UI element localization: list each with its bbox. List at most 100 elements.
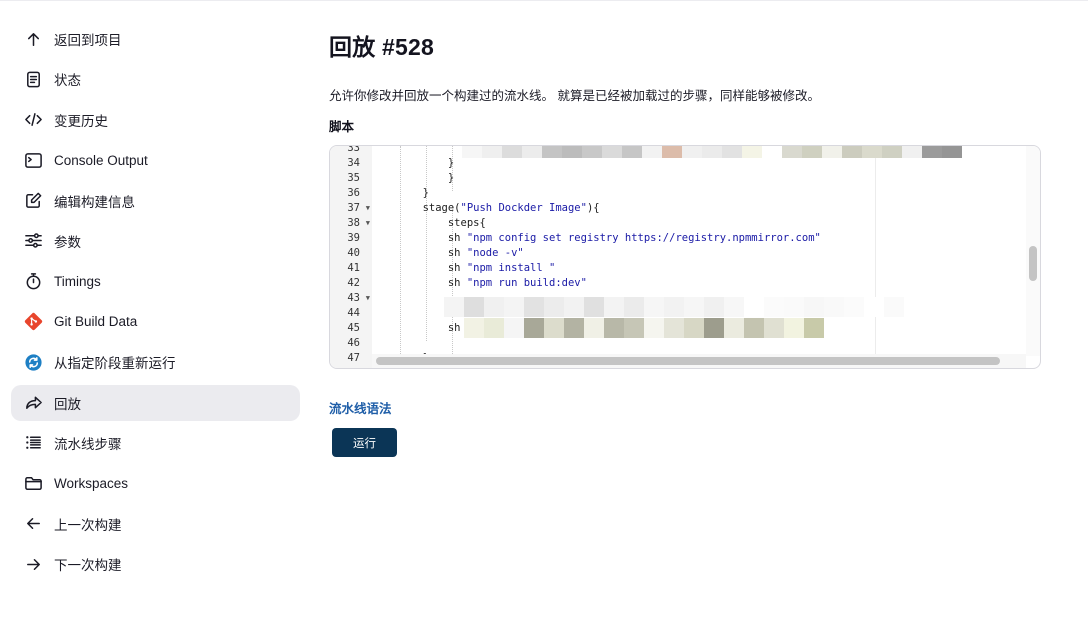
code-string: "npm config set registry https://registr… bbox=[466, 232, 821, 244]
obscured-block bbox=[764, 297, 784, 317]
sidebar-item-2[interactable]: 状态 bbox=[11, 61, 300, 97]
sidebar-item-11[interactable]: 流水线步骤 bbox=[11, 425, 300, 461]
obscured-block bbox=[444, 297, 464, 317]
fold-toggle-icon[interactable]: ▼ bbox=[366, 291, 370, 306]
horizontal-scroll-thumb[interactable] bbox=[376, 357, 1000, 365]
sidebar-item-label: 流水线步骤 bbox=[54, 436, 122, 452]
code-text: } bbox=[422, 187, 429, 199]
obscured-block bbox=[742, 146, 762, 158]
document-icon bbox=[23, 69, 43, 89]
obscured-block bbox=[642, 146, 662, 158]
code-line: sh bbox=[372, 321, 461, 336]
restart-icon bbox=[23, 352, 43, 372]
code-line: sh "npm run build:dev" bbox=[372, 276, 587, 291]
vertical-scroll-thumb[interactable] bbox=[1029, 246, 1037, 281]
line-number-text: 42 bbox=[347, 277, 360, 289]
script-editor[interactable]: 33 34 35 36 37 ▼ 38 ▼ 39 40 41 42 43 ▼ 44 45 46 47 } } } … bbox=[329, 145, 1041, 369]
sidebar-item-label: 变更历史 bbox=[54, 113, 108, 129]
sidebar-item-label: 回放 bbox=[54, 396, 81, 412]
obscured-block bbox=[882, 146, 902, 158]
obscured-block bbox=[524, 297, 544, 317]
line-number-text: 43 bbox=[347, 292, 360, 304]
obscured-block bbox=[662, 146, 682, 158]
obscured-block bbox=[562, 146, 582, 158]
obscured-block bbox=[482, 146, 502, 158]
obscured-block bbox=[484, 318, 504, 338]
obscured-block bbox=[824, 297, 844, 317]
stopwatch-icon bbox=[23, 271, 43, 291]
edit-icon bbox=[23, 191, 43, 211]
obscured-block bbox=[524, 318, 544, 338]
sidebar-item-3[interactable]: 变更历史 bbox=[11, 102, 300, 138]
obscured-block bbox=[842, 146, 862, 158]
obscured-block bbox=[862, 146, 882, 158]
line-number-text: 34 bbox=[347, 157, 360, 169]
sidebar-item-1[interactable]: 返回到项目 bbox=[11, 21, 300, 57]
sidebar-item-label: Git Build Data bbox=[54, 314, 138, 330]
obscured-block bbox=[624, 318, 644, 338]
code-line bbox=[372, 146, 473, 156]
pipeline-syntax-link[interactable]: 流水线语法 bbox=[329, 398, 392, 417]
sidebar-item-7[interactable]: Timings bbox=[11, 263, 300, 299]
editor-horizontal-scrollbar[interactable] bbox=[372, 354, 1026, 368]
obscured-block bbox=[622, 146, 642, 158]
folder-icon bbox=[23, 473, 43, 493]
obscured-block bbox=[544, 318, 564, 338]
line-number: 41 bbox=[330, 261, 372, 276]
obscured-block bbox=[624, 297, 644, 317]
obscured-block bbox=[724, 297, 744, 317]
code-string: "Push Dockder Image" bbox=[460, 202, 587, 214]
code-text: sh bbox=[447, 277, 467, 289]
obscured-block bbox=[484, 297, 504, 317]
code-text: stage( bbox=[422, 202, 461, 214]
fold-toggle-icon[interactable]: ▼ bbox=[366, 201, 370, 216]
sliders-icon bbox=[23, 231, 43, 251]
obscured-block bbox=[564, 297, 584, 317]
sidebar-item-12[interactable]: Workspaces bbox=[11, 465, 300, 501]
obscured-block bbox=[802, 146, 822, 158]
code-line: sh "npm config set registry https://regi… bbox=[372, 231, 821, 246]
obscured-block bbox=[584, 318, 604, 338]
page-description: 允许你修改并回放一个构建过的流水线。 就算是已经被加载过的步骤，同样能够被修改。 bbox=[329, 89, 820, 103]
obscured-block bbox=[542, 146, 562, 158]
obscured-block bbox=[722, 146, 742, 158]
editor-code-area[interactable]: } } } stage("Push Dockder Image"){ steps… bbox=[372, 146, 1026, 356]
code-text: } bbox=[447, 157, 455, 169]
line-number-text: 35 bbox=[347, 172, 360, 184]
sidebar: 返回到项目状态变更历史 Console Output 编辑构建信息参数 Timings… bbox=[11, 21, 300, 586]
editor-vertical-scrollbar[interactable] bbox=[1026, 146, 1040, 356]
list-icon bbox=[23, 433, 43, 453]
fold-toggle-icon[interactable]: ▼ bbox=[366, 216, 370, 231]
obscured-block bbox=[782, 146, 802, 158]
sidebar-item-10[interactable]: 回放 bbox=[11, 384, 300, 421]
obscured-block bbox=[724, 318, 744, 338]
script-label: 脚本 bbox=[329, 120, 355, 134]
line-number: 38 ▼ bbox=[330, 216, 372, 231]
sidebar-item-6[interactable]: 参数 bbox=[11, 223, 300, 259]
sidebar-item-9[interactable]: 从指定阶段重新运行 bbox=[11, 344, 300, 380]
sidebar-item-label: Workspaces bbox=[54, 475, 129, 491]
sidebar-item-13[interactable]: 上一次构建 bbox=[11, 506, 300, 542]
sidebar-item-4[interactable]: Console Output bbox=[11, 142, 300, 178]
code-tail: ){ bbox=[586, 202, 600, 214]
sidebar-item-8[interactable]: Git Build Data bbox=[11, 304, 300, 340]
line-number: 39 bbox=[330, 231, 372, 246]
obscured-block bbox=[564, 318, 584, 338]
obscured-block bbox=[462, 146, 482, 158]
sidebar-item-14[interactable]: 下一次构建 bbox=[11, 546, 300, 582]
line-number: 47 bbox=[330, 351, 372, 366]
arrow-left-icon bbox=[23, 514, 43, 534]
run-button[interactable]: 运行 bbox=[332, 428, 397, 457]
code-string: "node -v" bbox=[466, 247, 524, 259]
sidebar-item-label: Timings bbox=[54, 273, 101, 289]
code-line: steps{ bbox=[372, 216, 486, 231]
obscured-block bbox=[922, 146, 942, 158]
sidebar-item-label: 编辑构建信息 bbox=[54, 194, 135, 210]
sidebar-item-5[interactable]: 编辑构建信息 bbox=[11, 183, 300, 219]
code-text: } bbox=[447, 172, 455, 184]
arrow-up-icon bbox=[23, 29, 43, 49]
